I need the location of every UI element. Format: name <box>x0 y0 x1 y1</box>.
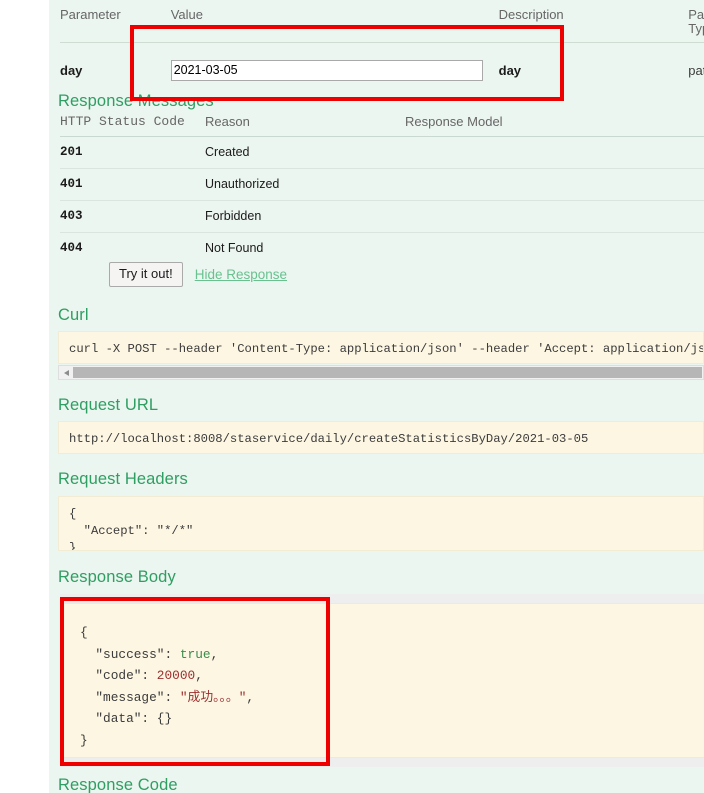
reason-cell: Forbidden <box>205 200 405 233</box>
col-header-description: Description <box>498 6 689 43</box>
parameter-name: day <box>60 62 83 78</box>
json-code-value: 20000 <box>156 668 196 683</box>
scrollbar-thumb[interactable] <box>73 367 702 378</box>
curl-code-block: curl -X POST --header 'Content-Type: app… <box>58 331 704 364</box>
response-model-cell <box>405 168 704 201</box>
table-row: 404 Not Found <box>60 233 704 265</box>
status-code-cell: 201 <box>60 136 205 169</box>
try-it-out-button[interactable]: Try it out! <box>109 262 183 287</box>
col-header-reason: Reason <box>205 114 405 137</box>
status-code-cell: 403 <box>60 200 205 233</box>
status-code-cell: 401 <box>60 168 205 201</box>
response-messages-table: HTTP Status Code Reason Response Model 2… <box>60 114 704 264</box>
parameter-description-cell: day <box>499 43 689 98</box>
response-messages-header-row: HTTP Status Code Reason Response Model <box>60 114 704 137</box>
response-model-cell <box>405 233 704 265</box>
response-messages-heading: Response Messages <box>58 92 214 110</box>
parameter-name-cell: day <box>60 43 171 98</box>
request-url-heading: Request URL <box>58 396 159 414</box>
request-url-text: http://localhost:8008/staservice/daily/c… <box>69 432 589 446</box>
col-header-parameter: Parameter <box>60 6 171 43</box>
curl-command-text: curl -X POST --header 'Content-Type: app… <box>69 342 704 356</box>
response-body-heading: Response Body <box>58 568 176 586</box>
json-message-comma: , <box>246 689 255 705</box>
json-data-key: "data": <box>80 711 157 726</box>
swagger-ui-operation-panel: Parameter Value Description ParTyp day d… <box>0 0 704 793</box>
status-code-cell: 404 <box>60 241 83 255</box>
table-row: 403 Forbidden <box>60 200 704 233</box>
json-success-comma: , <box>210 646 219 662</box>
parameter-type-cell: pat <box>688 43 704 98</box>
col-header-parameter-type-line1: Par <box>688 7 704 22</box>
table-row: 401 Unauthorized <box>60 168 704 201</box>
reason-cell: Not Found <box>205 241 264 255</box>
json-data-value: {} <box>156 711 173 726</box>
reason-cell: Unauthorized <box>205 168 405 201</box>
day-parameter-input[interactable] <box>170 59 483 81</box>
parameters-table: Parameter Value Description ParTyp day d… <box>60 6 704 97</box>
response-body-container: { "success": true, "code": 20000, "messa… <box>60 594 704 767</box>
response-code-heading: Response Code <box>58 776 178 793</box>
request-headers-block: { "Accept": "*/*" } <box>58 496 704 551</box>
parameter-description: day <box>498 62 522 78</box>
json-success-value: true <box>179 646 211 662</box>
parameters-table-header-row: Parameter Value Description ParTyp <box>60 6 704 43</box>
table-row: day day pat <box>60 43 704 98</box>
json-message-key: "message": <box>80 689 180 705</box>
request-headers-text: { "Accept": "*/*" } <box>69 507 194 551</box>
scroll-left-arrow-icon[interactable] <box>59 366 73 379</box>
curl-horizontal-scrollbar[interactable] <box>58 365 704 380</box>
parameter-type: pat <box>688 62 704 78</box>
response-model-cell <box>405 200 704 233</box>
response-model-cell <box>405 136 704 169</box>
json-open-brace: { <box>80 625 88 640</box>
response-body-code-block: { "success": true, "code": 20000, "messa… <box>60 603 704 758</box>
col-header-value: Value <box>170 6 499 43</box>
hide-response-link[interactable]: Hide Response <box>195 267 287 282</box>
json-close-brace: } <box>80 732 88 748</box>
json-success-key: "success": <box>80 646 180 662</box>
json-code-key: "code": <box>80 668 157 683</box>
action-row: Try it out! Hide Response <box>109 262 287 287</box>
col-header-parameter-type-line2: Typ <box>688 21 704 36</box>
parameter-value-cell <box>170 43 499 98</box>
reason-cell: Created <box>205 136 405 169</box>
col-header-http-status-code: HTTP Status Code <box>60 114 205 137</box>
json-code-comma: , <box>195 668 203 683</box>
col-header-parameter-type: ParTyp <box>688 6 704 43</box>
col-header-response-model: Response Model <box>405 114 704 137</box>
request-headers-heading: Request Headers <box>58 470 188 488</box>
json-message-value: "成功。。。" <box>179 689 247 705</box>
request-url-block: http://localhost:8008/staservice/daily/c… <box>58 421 704 454</box>
curl-heading: Curl <box>58 306 89 324</box>
table-row: 201 Created <box>60 136 704 169</box>
response-body-json: { "success": true, "code": 20000, "messa… <box>60 604 704 751</box>
